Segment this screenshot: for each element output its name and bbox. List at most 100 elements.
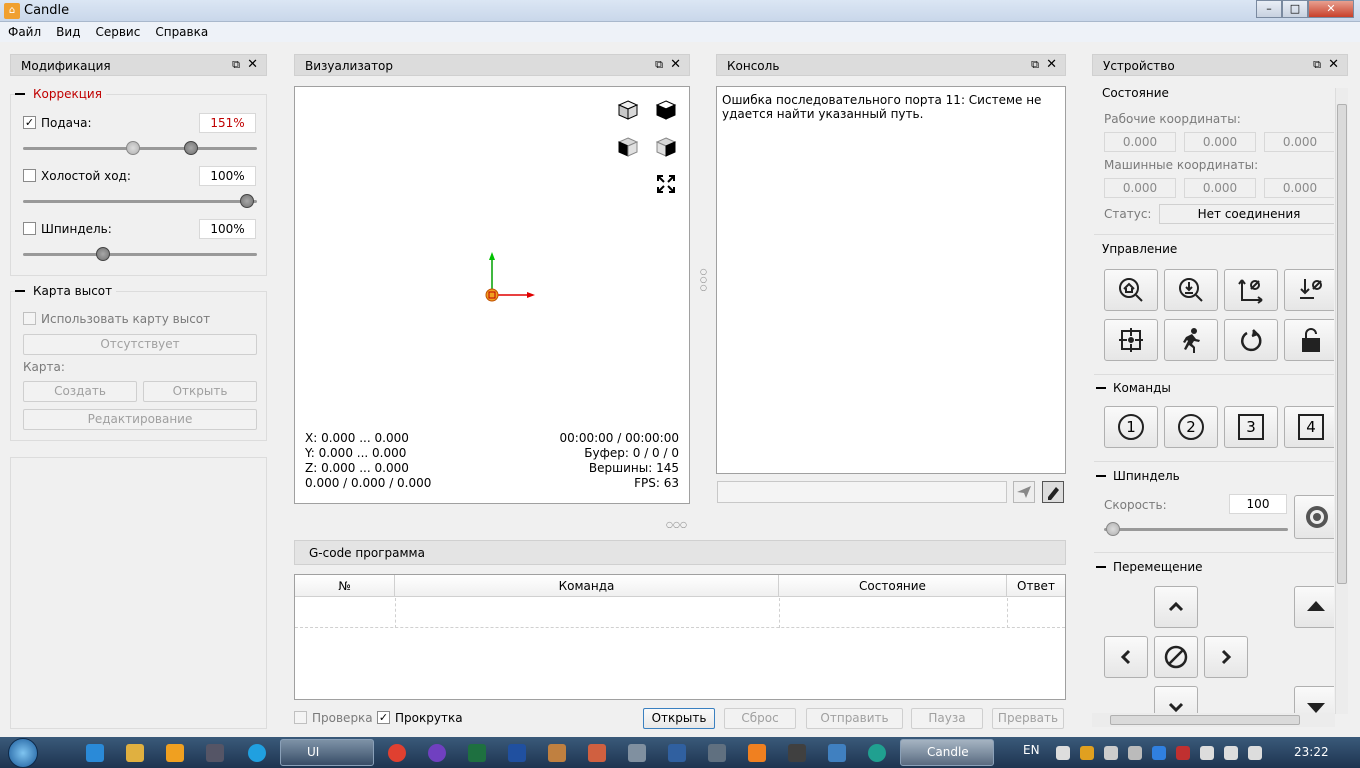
maximize-button[interactable]: □ [1282,0,1308,18]
feed-value[interactable]: 151% [199,113,256,133]
app-icon[interactable] [788,744,806,762]
column-header-command[interactable]: Команда [395,575,779,597]
float-icon[interactable]: ⧉ [232,58,240,72]
vertical-splitter-handle[interactable]: ○ ○ ○ [700,268,707,294]
tray-icon[interactable] [1104,746,1118,760]
check-mode-checkbox[interactable] [294,711,307,724]
clear-console-icon[interactable] [1042,481,1064,503]
app-icon[interactable] [428,744,446,762]
gcode-table[interactable]: № Команда Состояние Ответ [294,574,1066,700]
spindle-speed-slider-track[interactable] [1104,528,1288,531]
autoscroll-checkbox[interactable]: ✓ [377,711,390,724]
run-icon[interactable] [1164,319,1218,361]
open-file-button[interactable]: Открыть [643,708,715,729]
app-icon[interactable] [206,744,224,762]
scrollbar-thumb[interactable] [1110,715,1300,725]
menu-view[interactable]: Вид [56,22,87,42]
jog-x-minus-icon[interactable] [1104,636,1148,678]
arduino-icon[interactable] [868,744,886,762]
jog-y-minus-icon[interactable] [1154,686,1198,714]
open-map-button[interactable]: Открыть [143,381,257,402]
collapse-icon[interactable] [1096,387,1106,389]
collapse-icon[interactable] [15,93,25,95]
view-left-icon[interactable] [651,132,681,162]
rapid-value[interactable]: 100% [199,166,256,186]
jog-x-plus-icon[interactable] [1204,636,1248,678]
table-row[interactable] [295,598,1065,628]
jog-z-minus-icon[interactable] [1294,686,1334,714]
spindle-speed-value[interactable]: 100 [1229,494,1287,514]
abort-button[interactable]: Прервать [992,708,1064,729]
collapse-icon[interactable] [15,290,25,292]
send-program-button[interactable]: Отправить [806,708,903,729]
app-icon[interactable] [748,744,766,762]
jog-stop-icon[interactable] [1154,636,1198,678]
unlock-icon[interactable] [1284,319,1334,361]
tray-icon[interactable] [1128,746,1142,760]
language-indicator[interactable]: EN [1023,743,1040,757]
home-icon[interactable] [1104,269,1158,311]
taskbar-task-candle[interactable]: Candle [900,739,994,766]
clock[interactable]: 23:22 [1294,745,1329,759]
reset-button[interactable]: Сброс [724,708,796,729]
volume-icon[interactable] [1248,746,1262,760]
ie-icon[interactable] [86,744,104,762]
rapid-slider-track[interactable] [23,200,257,203]
console-output[interactable]: Ошибка последовательного порта 11: Систе… [716,86,1066,474]
column-header-number[interactable]: № [295,575,395,597]
user-command-4-button[interactable]: 4 [1284,406,1334,448]
media-player-icon[interactable] [166,744,184,762]
visualizer-canvas[interactable]: X: 0.000 ... 0.000 Y: 0.000 ... 0.000 Z:… [294,86,690,504]
app-icon[interactable] [828,744,846,762]
user-command-2-button[interactable]: 2 [1164,406,1218,448]
send-command-icon[interactable] [1013,481,1035,503]
float-icon[interactable]: ⧉ [1031,58,1039,72]
view-iso-icon[interactable] [613,95,643,125]
feed-slider-track[interactable] [23,147,257,150]
user-command-1-button[interactable]: 1 [1104,406,1158,448]
menu-file[interactable]: Файл [8,22,48,42]
rapid-slider-knob[interactable] [240,194,254,208]
close-icon[interactable]: ✕ [670,57,681,72]
collapse-icon[interactable] [1096,475,1106,477]
fit-view-icon[interactable] [651,169,681,199]
scrollbar-thumb[interactable] [1337,104,1347,584]
app-icon[interactable] [588,744,606,762]
chrome-icon[interactable] [388,744,406,762]
edit-map-button[interactable]: Редактирование [23,409,257,430]
word-icon[interactable] [508,744,526,762]
float-icon[interactable]: ⧉ [1313,58,1321,72]
view-front-icon[interactable] [613,132,643,162]
pause-button[interactable]: Пауза [911,708,983,729]
menu-help[interactable]: Справка [155,22,215,42]
excel-icon[interactable] [468,744,486,762]
spindle-speed-slider-knob[interactable] [1106,522,1120,536]
horizontal-splitter-handle[interactable]: ○○○ [666,520,687,529]
zero-xy-icon[interactable] [1224,269,1278,311]
spindle-override-slider-track[interactable] [23,253,257,256]
feed-checkbox[interactable]: ✓ [23,116,36,129]
probe-icon[interactable] [1164,269,1218,311]
taskbar-task-firefox[interactable]: UI improv... [280,739,374,766]
tray-icon[interactable] [1176,746,1190,760]
paint-icon[interactable] [548,744,566,762]
rapid-checkbox[interactable] [23,169,36,182]
tray-icon[interactable] [1080,746,1094,760]
close-icon[interactable]: ✕ [1328,57,1339,72]
spindle-override-checkbox[interactable] [23,222,36,235]
view-top-icon[interactable] [651,95,681,125]
calculator-icon[interactable] [628,744,646,762]
column-header-response[interactable]: Ответ [1007,575,1065,597]
jog-z-plus-icon[interactable] [1294,586,1334,628]
spindle-toggle-icon[interactable] [1294,495,1334,539]
return-xy-icon[interactable] [1104,319,1158,361]
use-heightmap-checkbox[interactable] [23,312,36,325]
jog-y-plus-icon[interactable] [1154,586,1198,628]
skype-icon[interactable] [248,744,266,762]
column-header-state[interactable]: Состояние [779,575,1007,597]
spindle-override-slider-knob[interactable] [96,247,110,261]
device-vertical-scrollbar[interactable] [1335,88,1348,714]
spindle-override-value[interactable]: 100% [199,219,256,239]
network-icon[interactable] [1224,746,1238,760]
user-command-3-button[interactable]: 3 [1224,406,1278,448]
